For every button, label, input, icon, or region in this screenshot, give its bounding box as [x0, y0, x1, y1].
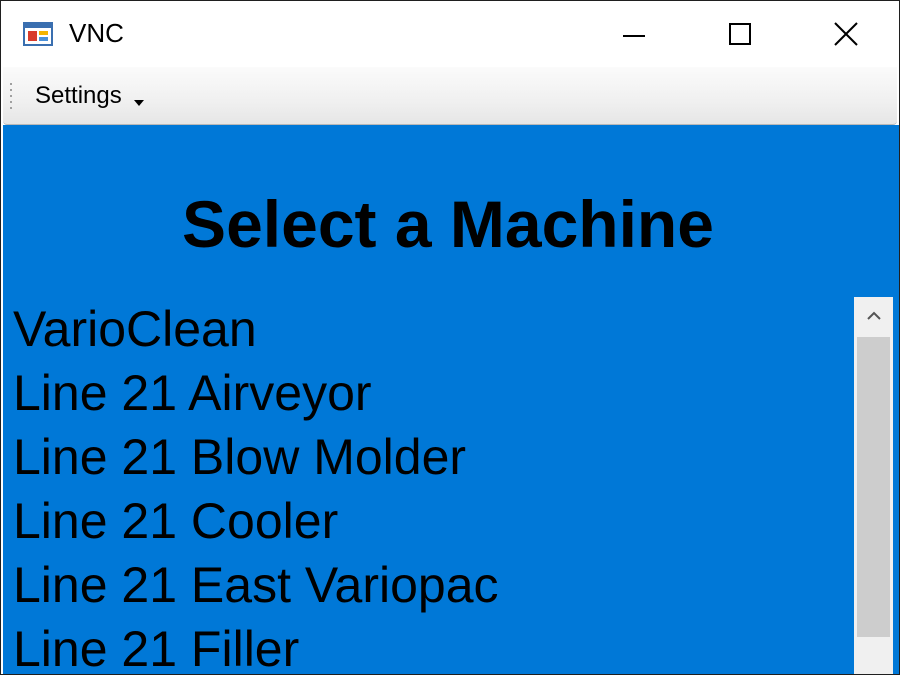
minimize-button[interactable] — [581, 1, 687, 67]
machine-selection-panel: Select a Machine VarioClean Line 21 Airv… — [3, 125, 899, 674]
chevron-up-icon — [866, 311, 881, 320]
page-title: Select a Machine — [182, 187, 714, 261]
close-button[interactable] — [793, 1, 899, 67]
chevron-down-icon — [133, 93, 144, 106]
list-item[interactable]: Line 21 Airveyor — [3, 361, 853, 425]
title-bar[interactable]: VNC — [1, 1, 899, 67]
settings-label: Settings — [35, 82, 122, 109]
list-item[interactable]: VarioClean — [3, 297, 853, 361]
scroll-thumb[interactable] — [857, 337, 890, 637]
settings-dropdown-button[interactable]: Settings — [25, 77, 154, 115]
vnc-window: VNC Settings Select a Machine VarioClean… — [0, 0, 900, 675]
maximize-icon — [729, 23, 751, 45]
list-scrollbar[interactable] — [854, 297, 893, 674]
app-window-icon — [23, 21, 55, 47]
close-icon — [834, 22, 858, 46]
list-item[interactable]: Line 21 East Variopac — [3, 553, 853, 617]
scroll-up-button[interactable] — [854, 297, 893, 335]
list-item[interactable]: Line 21 Blow Molder — [3, 425, 853, 489]
machine-list[interactable]: VarioClean Line 21 Airveyor Line 21 Blow… — [3, 297, 853, 674]
list-item[interactable]: Line 21 Cooler — [3, 489, 853, 553]
maximize-button[interactable] — [687, 1, 793, 67]
window-title: VNC — [69, 18, 124, 48]
toolbar-grip-icon[interactable] — [9, 81, 13, 111]
list-item[interactable]: Line 21 Filler — [3, 617, 853, 674]
menu-toolbar: Settings — [3, 67, 897, 125]
minimize-icon — [623, 35, 645, 37]
